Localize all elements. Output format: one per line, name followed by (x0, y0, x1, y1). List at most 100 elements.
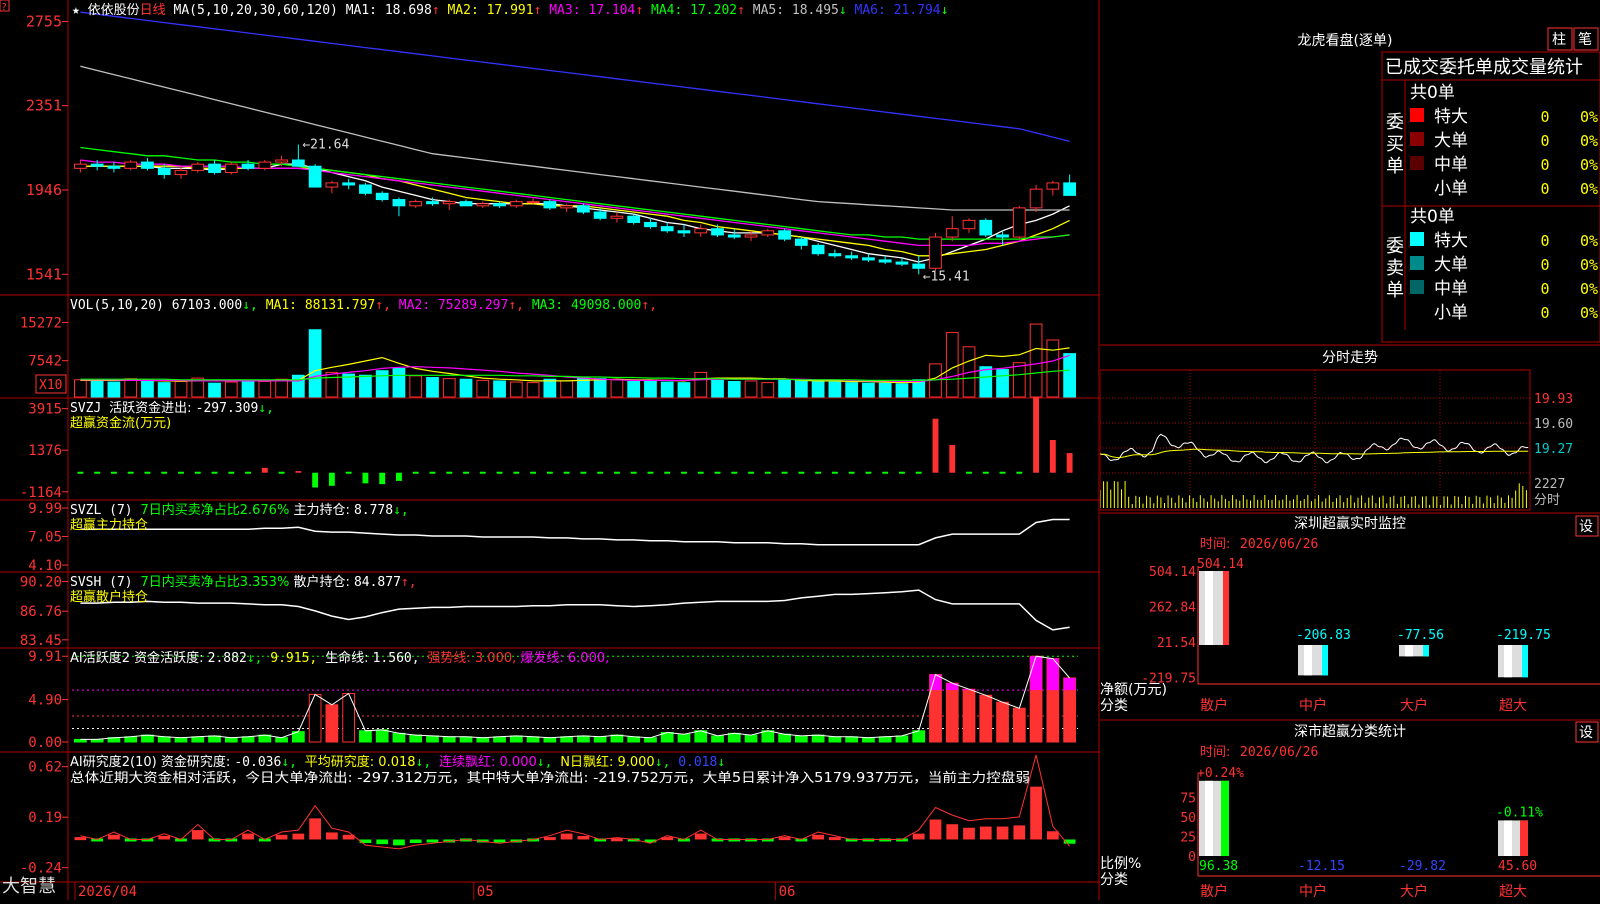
monitor-bar-shine (1504, 645, 1512, 678)
btn-zhu[interactable]: 柱 (1552, 32, 1566, 48)
class-cat: 中户 (1299, 883, 1327, 900)
sell-row-count: 0 (1540, 280, 1549, 298)
class-btn[interactable]: 设 (1579, 725, 1593, 741)
svzj-dash (110, 471, 117, 474)
monitor-bar-label: -77.56 (1397, 628, 1444, 643)
class-bar-value: 45.60 (1498, 859, 1537, 874)
class-title: 深市超赢分类统计 (1294, 723, 1406, 740)
svzj-tick-label: 1376 (28, 443, 62, 459)
vol-ma-value: MA1: 88131.797 (266, 298, 376, 313)
svsh-header: SVSH (7) 7日内买卖净占比3.353% 散户持仓: 84.877↑, (70, 574, 417, 590)
candle-body (308, 165, 322, 188)
candle-body (359, 184, 372, 194)
candle-body (543, 201, 557, 209)
ma-name: MA5: (753, 3, 792, 18)
intraday-y-lo: 19.27 (1534, 442, 1573, 457)
svzj-dash (211, 471, 218, 474)
svzj-dash (999, 471, 1006, 474)
ma-line-ma2 (80, 165, 1070, 257)
svzj-bar (932, 418, 939, 473)
ai-active-bar (157, 736, 171, 743)
monitor-date: 2026/06/26 (1240, 537, 1318, 552)
svzj-dash (161, 471, 168, 474)
candle-body (493, 203, 506, 207)
ai-active-burst: 爆发线: 6.000, (520, 650, 609, 666)
ai-research-bar (376, 839, 389, 845)
sell-swatch (1410, 280, 1424, 294)
ai-active-tick-label: 4.90 (28, 693, 62, 709)
candle-body (811, 244, 825, 255)
ai-active-bar (845, 736, 859, 743)
ai-active-bar (895, 735, 909, 743)
sell-label-char: 卖 (1386, 258, 1404, 279)
volume-bar (74, 379, 87, 398)
ai-active-bar (375, 729, 389, 743)
candle-body (157, 167, 171, 176)
class-top-label: +0.24% (1197, 766, 1244, 781)
ai-research-bar (543, 837, 556, 841)
monitor-btn[interactable]: 设 (1579, 519, 1593, 535)
svzj-dash (463, 471, 469, 474)
ai-active-bar (308, 693, 322, 743)
ai-active-bar (275, 737, 288, 743)
ma-dir: ↑ (635, 3, 651, 18)
ai-active-bar (459, 736, 473, 743)
ai-active-bar (711, 735, 724, 743)
class-top-label: -0.11% (1496, 805, 1543, 820)
ma-name: MA4: (651, 3, 690, 18)
svzj-dash (77, 471, 84, 474)
main-chart-svg[interactable]: 2755 2351 1946 1541 ←21.64 ←15.41 ★ 依依股份日线 MA(… (0, 0, 1100, 900)
monitor-ylabel: 净额(万元) (1100, 682, 1167, 698)
ai-research-avg: 平均研究度: 0.018 (305, 754, 416, 770)
volume-bar (593, 378, 607, 398)
ai-active-bar (208, 735, 221, 743)
period-label: 日线 (140, 3, 166, 18)
class-bar-edge (1221, 780, 1229, 856)
svzj-dash (664, 471, 671, 474)
ai-research-bar (309, 818, 321, 840)
sell-row-label: 小单 (1434, 303, 1468, 323)
price-tick-label: 1946 (26, 181, 62, 199)
volume-bar (224, 381, 238, 398)
monitor-title: 深圳超赢实时监控 (1294, 515, 1406, 532)
candle-body (1012, 207, 1026, 238)
chart-area[interactable]: 2755 2351 1946 1541 ←21.64 ←15.41 ★ 依依股份日线 MA(… (0, 0, 1100, 900)
ai-active-bar (761, 730, 775, 743)
svzj-dash (697, 471, 704, 474)
volume-bar (979, 366, 993, 398)
buy-total: 共0单 (1410, 83, 1455, 103)
candle-body (275, 159, 288, 163)
candle-body (979, 219, 993, 236)
svzj-bar (949, 444, 956, 473)
btn-bi[interactable]: 笔 (1578, 32, 1592, 48)
svzj-bar (328, 472, 335, 486)
ai-research-lianxu: 连续飘红: 0.000 (439, 754, 537, 770)
svzj-dash (127, 471, 134, 474)
ai-active-tick-label: 0.00 (28, 735, 62, 751)
candle-body (912, 263, 926, 269)
svzj-dash (630, 471, 637, 474)
svzj-dash (915, 471, 922, 474)
annot-low: ←15.41 (923, 269, 970, 284)
price-tick-label: 2755 (26, 13, 62, 31)
svsh-title: SVSH (7) (70, 575, 140, 590)
candle-body (459, 201, 473, 207)
ai-research-bar (242, 833, 254, 840)
candle-body (409, 201, 423, 207)
unit-box-label: X10 (39, 378, 62, 393)
volume-bar (325, 371, 339, 398)
candle-body (627, 215, 641, 223)
class-bar-value: 96.38 (1199, 859, 1238, 874)
price-header: ★ 依依股份日线 MA(5,10,20,30,60,120) MA1: 18.6… (72, 3, 948, 18)
svzj-dash (580, 471, 587, 474)
class-date-label: 时间: (1200, 745, 1230, 760)
ai-active-bar (610, 734, 624, 743)
ma-name: MA3: (549, 3, 588, 18)
svzj-dash (94, 471, 101, 474)
svzj-dash (144, 471, 151, 474)
candle-body (1029, 188, 1043, 209)
candle-body (124, 161, 138, 169)
ma-value: 17.202 (690, 3, 737, 18)
ai-research-label: 资金研究度: (161, 754, 235, 770)
svzj-dash (546, 471, 553, 474)
